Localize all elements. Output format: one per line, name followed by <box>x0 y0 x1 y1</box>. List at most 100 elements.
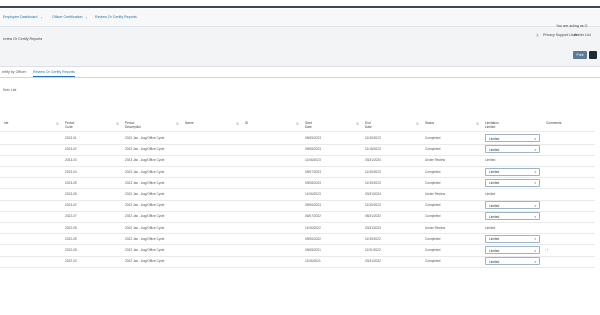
tab-review-or-certify[interactable]: Review Or Certify Reports <box>33 70 75 77</box>
limitation-select-value: Limited <box>489 248 500 253</box>
cell-period-code: 2023-04 <box>65 169 77 174</box>
col-header-ide[interactable]: Ide <box>4 121 8 125</box>
col-header-limitation[interactable]: Limitation Limited <box>485 121 507 129</box>
cell-status: Under Review <box>425 192 446 196</box>
cell-limitation: Limited <box>485 158 496 163</box>
cell-status: Under Review <box>425 225 446 230</box>
table-row-divider <box>0 165 595 167</box>
more-button[interactable] <box>589 51 597 59</box>
limitation-select[interactable]: Limited ▾ <box>485 201 540 210</box>
chevron-down-icon: ▾ <box>534 259 536 264</box>
cell-period-description: 2023 Jan - Aug/Office Cycle <box>125 136 165 140</box>
tab-bar: ertify by Officer Review Or Certify Repo… <box>0 68 600 78</box>
sort-icon[interactable]: ⇅ <box>176 122 179 126</box>
limitation-select[interactable]: Limited ▾ <box>485 145 540 154</box>
cell-end-date: 11/31/2022 <box>365 248 381 252</box>
breadcrumb-separator: › <box>41 14 43 20</box>
limitation-select[interactable]: Limited ▾ <box>485 246 540 254</box>
limitation-select[interactable]: Limited ▾ <box>485 167 540 176</box>
cell-end-date: 11/30/2023 <box>365 203 381 208</box>
comment-icon[interactable]: 🗋 <box>545 248 548 255</box>
cell-period-code: 2023-01 <box>65 136 77 140</box>
cell-limitation: Limited <box>485 225 496 230</box>
limitation-select[interactable]: Limited ▾ <box>485 178 540 187</box>
officer-list-label: ficer List <box>3 88 17 92</box>
sort-icon[interactable]: ⇅ <box>416 122 419 126</box>
cell-period-description: 2022 Jan - Aug/Office Cycle <box>125 214 165 219</box>
sort-icon[interactable]: ⇅ <box>236 122 239 126</box>
sort-icon[interactable]: ⇅ <box>56 122 59 126</box>
limitation-select[interactable]: Limited ▾ <box>485 134 540 142</box>
admin-label[interactable]: Admin Lisl <box>574 33 591 37</box>
chevron-down-icon: ▾ <box>534 237 536 242</box>
cell-period-description: 2023 Jan - Aug/Office Cycle <box>125 158 165 163</box>
limitation-select-value: Limited <box>489 203 500 208</box>
cell-period-description: 2023 Jan - Aug/Office Cycle <box>125 147 165 152</box>
limitation-select-value: Limited <box>489 214 500 219</box>
limitation-select[interactable]: Limited ▾ <box>485 212 540 221</box>
limitation-select-value: Limited <box>489 259 500 264</box>
cell-period-description: 2022 Jan - Aug/Office Cycle <box>125 259 165 264</box>
cell-period-description: 2023 Jan - Aug/Office Cycle <box>125 169 165 174</box>
cell-start-date: 09/06/2023 <box>305 203 321 208</box>
col-header-name[interactable]: Name <box>185 121 194 125</box>
col-header-period-code[interactable]: Period Code <box>65 121 79 129</box>
chevron-down-icon: ▾ <box>534 248 536 253</box>
col-header-end-date[interactable]: End Date <box>365 121 377 129</box>
col-header-comments[interactable]: Comments <box>546 121 561 125</box>
cell-status: Completed <box>425 136 441 140</box>
breadcrumb-officer-certification[interactable]: Officer Certification <box>52 15 83 19</box>
cell-end-date: 11/16/2023 <box>365 147 381 152</box>
limitation-select-value: Limited <box>489 237 500 242</box>
cell-period-description: 2023 Jan - Aug/Office Cycle <box>125 192 165 196</box>
chevron-down-icon: ▾ <box>534 181 536 186</box>
limitation-select[interactable]: Limited ▾ <box>485 234 540 243</box>
breadcrumb-separator: › <box>86 14 88 20</box>
cell-status: Completed <box>425 259 441 264</box>
sort-icon[interactable]: ⇅ <box>296 122 299 126</box>
chevron-down-icon: ▾ <box>534 203 536 208</box>
cell-period-code: 2023-05 <box>65 180 77 185</box>
limitation-select-value: Limited <box>489 170 500 175</box>
chevron-down-icon: ▾ <box>534 147 536 152</box>
sort-icon[interactable]: ⇅ <box>476 122 479 126</box>
chevron-down-icon: ▾ <box>534 170 536 175</box>
limitation-select-value: Limited <box>489 181 500 186</box>
chevron-down-icon: ▾ <box>534 136 536 141</box>
cell-period-code: 2022-05 <box>65 225 77 230</box>
table-row-divider <box>0 233 595 235</box>
cell-period-description: 2022 Jan - Aug/Office Cycle <box>125 236 165 241</box>
cell-end-date: 03/31/2024 <box>365 192 381 196</box>
sort-icon[interactable]: ⇅ <box>116 122 119 126</box>
cell-end-date: 11/30/2023 <box>365 180 381 185</box>
page-header: You are acting as O eview Or Certify Rep… <box>0 24 600 67</box>
print-button[interactable]: Print <box>573 51 587 59</box>
cell-period-description: 2022 Jan - Aug/Office Cycle <box>125 248 165 252</box>
col-header-period-description[interactable]: Period Description <box>125 121 151 129</box>
cell-status: Completed <box>425 203 441 208</box>
table-row-divider <box>0 177 595 179</box>
cell-status: Under Review <box>425 158 446 163</box>
cell-start-date: 11/06/2022 <box>305 225 321 230</box>
cell-period-description: 2023 Jan - Aug/Office Cycle <box>125 203 165 208</box>
cell-status: Completed <box>425 169 441 174</box>
cell-status: Completed <box>425 147 441 152</box>
col-header-status[interactable]: Status <box>425 121 434 125</box>
cell-end-date: 03/31/2022 <box>365 259 381 264</box>
cell-status: Completed <box>425 180 441 185</box>
col-header-start-date[interactable]: Start Date <box>305 121 317 129</box>
table-row-divider <box>0 266 595 268</box>
sort-icon[interactable]: ⇅ <box>356 122 359 126</box>
tab-certify-by-officer[interactable]: ertify by Officer <box>2 70 26 74</box>
limitation-select[interactable]: Limited ▾ <box>485 257 540 266</box>
privacy-icon: ◎ <box>536 33 540 37</box>
cell-start-date: 11/06/2021 <box>305 259 321 264</box>
top-accent-bar <box>0 6 600 8</box>
table-row-divider <box>0 221 595 223</box>
cell-end-date: 03/31/2024 <box>365 158 381 163</box>
breadcrumb-employee-dashboard[interactable]: Employee Dashboard <box>3 15 38 19</box>
privacy-support-label[interactable]: Privacy Support User <box>543 33 577 37</box>
cell-period-code: 2022-07 <box>65 214 77 219</box>
col-header-id[interactable]: ID <box>245 121 248 125</box>
breadcrumb-current[interactable]: Review Or Certify Reports <box>95 15 137 19</box>
